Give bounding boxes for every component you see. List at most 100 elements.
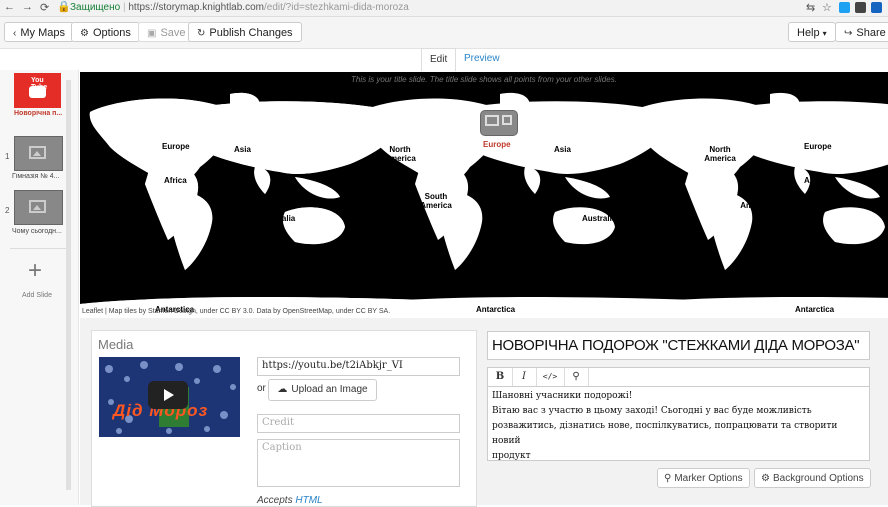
map-label-australia: Australia [261,214,296,223]
help-button[interactable]: Help ▾ [788,22,836,42]
help-label: Help [797,27,820,39]
media-heading: Media [98,337,134,352]
map-label-south-america: South America [740,192,772,210]
upload-image-button[interactable]: ☁ Upload an Image [268,379,377,401]
app-toolbar: ‹ My Maps ⚙ Options ▣ Save ↻ Publish Changes… [0,17,888,49]
body-line: продукт [492,451,531,461]
lock-icon: 🔒 [57,1,71,13]
map-label-europe: Europe [162,142,190,151]
map-attribution: Leaflet | Map tiles by Stamen Design, un… [82,308,391,315]
share-icon: ↪ [844,28,853,39]
image-placeholder-icon [29,200,46,213]
share-label: Share [856,27,886,39]
map-label-antarctica: Antarctica [795,305,835,314]
code-button[interactable]: </> [536,368,565,386]
slide-thumb-2[interactable] [14,190,63,225]
extension-icon[interactable] [855,2,866,13]
accepts-label: Accepts [257,495,293,506]
body-line: розважитись, дізнатись нове, поспілкуват… [492,421,838,446]
title-slide-thumb[interactable]: You Tube [14,73,61,108]
body-line: Вітаю вас з участю в цьому заході! Сього… [492,406,812,416]
html-link[interactable]: HTML [295,495,322,506]
slide-number: 1 [5,152,10,161]
publish-changes-button[interactable]: ↻ Publish Changes [188,22,302,42]
map-labels: Europe Asia North America Africa South A… [80,72,888,318]
share-button[interactable]: ↪ Share [835,22,888,42]
map-label-asia: Asia [554,145,571,154]
text-editor-body[interactable]: Шановні учасники подорожі! Вітаю вас з у… [487,386,870,461]
bold-button[interactable]: B [488,368,513,386]
image-marker-icon [502,115,512,125]
map-label-africa: Africa [804,176,827,185]
tab-preview[interactable]: Preview [456,48,508,70]
options-button[interactable]: ⚙ Options [71,22,140,42]
image-placeholder-icon [29,146,46,159]
forward-arrow-icon[interactable]: → [22,1,33,13]
save-button[interactable]: ▣ Save [138,22,195,42]
back-arrow-icon[interactable]: ← [4,1,15,13]
play-icon[interactable] [148,381,188,409]
bookmark-star-icon[interactable]: ☆ [822,1,832,14]
tab-edit[interactable]: Edit [421,48,457,71]
background-options-button[interactable]: ⚙ Background Options [754,468,871,488]
chevron-left-icon: ‹ [13,28,17,39]
map-label-north-america: North America [80,148,112,166]
italic-button[interactable]: I [512,368,537,386]
slide-sidebar: You Tube Новорічна п... 1 Гімназія № 4..… [0,70,79,505]
marker-options-label: Marker Options [674,473,743,484]
map-label-europe: Europe [483,140,511,149]
map-label-south-america: South America [420,192,452,210]
slide-thumb-1[interactable] [14,136,63,171]
map-label-north-america: North America [384,145,416,163]
gear-icon: ⚙ [80,28,89,39]
caption-field[interactable]: Caption [257,439,460,487]
editor-toolbar: B I </> ⚲ [487,367,870,387]
refresh-icon: ↻ [197,28,206,39]
browser-bar: ← → ⟳ 🔒 Защищено | https://storymap.knig… [0,0,888,17]
title-slide-caption: Новорічна п... [14,110,63,117]
map-label-australia: Australia [582,214,617,223]
youtube-play-shape [29,86,46,98]
my-maps-button[interactable]: ‹ My Maps [4,22,74,42]
body-line: Шановні учасники подорожі! [492,391,633,401]
background-options-label: Background Options [772,473,864,484]
link-button[interactable]: ⚲ [564,368,589,386]
plus-icon[interactable]: + [28,259,42,283]
map-label-africa: Africa [164,176,187,185]
map-label-asia: Asia [234,145,251,154]
slide-caption: Чому сьогодн... [12,228,62,235]
sidebar-scrollbar[interactable] [66,80,71,490]
link-icon: ⚲ [572,371,580,382]
headline-input[interactable]: НОВОРІЧНА ПОДОРОЖ "СТЕЖКАМИ ДІДА МОРОЗА" [487,331,870,360]
upload-label: Upload an Image [291,384,368,395]
or-label: or [257,383,266,394]
accepts-note: Accepts HTML [257,495,323,506]
options-label: Options [92,27,131,39]
publish-label: Publish Changes [209,27,293,39]
credit-field[interactable]: Credit [257,414,460,433]
map-marker[interactable] [480,110,518,136]
image-marker-icon [485,115,499,126]
map-label-south-america: South America [99,192,131,210]
slide-number: 2 [5,206,10,215]
url-path: /edit/?id=stezhkami-dida-moroza [263,2,409,13]
url-host: https://storymap.knightlab.com [128,2,264,13]
skype-extension-icon[interactable] [839,2,850,13]
word-extension-icon[interactable] [871,2,882,13]
address-bar[interactable]: Защищено | https://storymap.knightlab.co… [70,1,800,14]
reload-icon[interactable]: ⟳ [40,1,49,14]
media-url-input[interactable]: https://youtu.be/t2iAbkjr_VI [257,357,460,376]
caret-down-icon: ▾ [822,29,827,38]
save-label: Save [160,27,186,39]
marker-options-button[interactable]: ⚲ Marker Options [657,468,750,488]
translate-icon[interactable]: ⇆ [806,1,815,14]
my-maps-label: My Maps [20,27,65,39]
cloud-upload-icon: ☁ [277,384,288,395]
divider [10,248,68,249]
save-icon: ▣ [147,28,157,39]
gear-icon: ⚙ [761,473,770,484]
secure-label: Защищено [70,2,121,13]
map-label-antarctica: Antarctica [476,305,516,314]
add-slide-button[interactable]: Add Slide [22,292,52,299]
map-label-north-america: North America [704,145,736,163]
